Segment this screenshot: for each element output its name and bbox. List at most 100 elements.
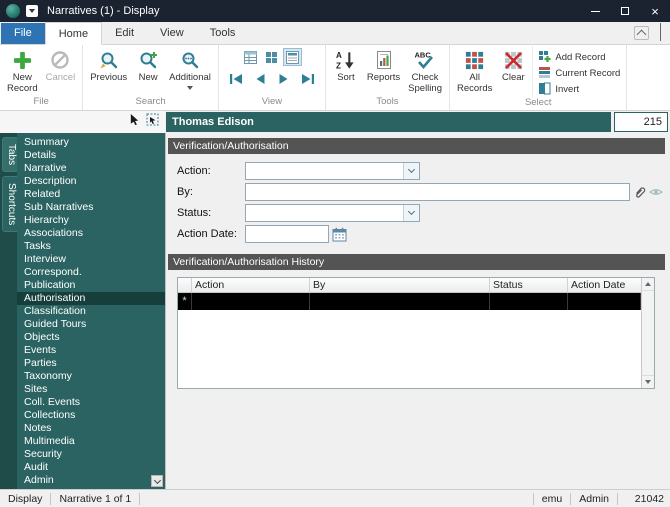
ribbon-tab-row: File Home Edit View Tools (0, 22, 670, 45)
status-combobox[interactable] (245, 204, 420, 222)
sidebar-item-summary[interactable]: Summary (17, 136, 165, 149)
sidebar-item-security[interactable]: Security (17, 448, 165, 461)
all-records-icon (464, 48, 485, 72)
sidebar-item-sub-narratives[interactable]: Sub Narratives (17, 201, 165, 214)
vertical-tab-tabs[interactable]: Tabs (2, 137, 17, 172)
sidebar-item-details[interactable]: Details (17, 149, 165, 162)
sidebar-item-associations[interactable]: Associations (17, 227, 165, 240)
ribbon-options-icon[interactable] (634, 26, 649, 40)
sidebar-item-narrative[interactable]: Narrative (17, 162, 165, 175)
sidebar-item-guided-tours[interactable]: Guided Tours (17, 318, 165, 331)
maximize-button[interactable] (610, 0, 640, 22)
vertical-tab-shortcuts[interactable]: Shortcuts (2, 176, 17, 232)
tab-edit[interactable]: Edit (102, 23, 147, 44)
action-date-input[interactable] (245, 225, 329, 243)
sidebar-item-publication[interactable]: Publication (17, 279, 165, 292)
by-label: By: (177, 186, 245, 198)
last-record-button[interactable] (298, 70, 318, 88)
sidebar-item-hierarchy[interactable]: Hierarchy (17, 214, 165, 227)
table-scroll-down-button[interactable] (642, 375, 654, 388)
sidebar-item-description[interactable]: Description (17, 175, 165, 188)
by-input[interactable] (245, 183, 630, 201)
status-user: emu (534, 493, 570, 505)
check-spelling-button[interactable]: ABC Check Spelling (404, 46, 446, 94)
table-scrollbar[interactable] (641, 278, 654, 388)
sidebar-item-taxonomy[interactable]: Taxonomy (17, 370, 165, 383)
ribbon-group-view: View (219, 45, 326, 110)
sidebar-item-events[interactable]: Events (17, 344, 165, 357)
by-row: By: (177, 182, 665, 202)
calendar-icon (332, 227, 347, 242)
sidebar-scroll-down-icon (153, 476, 160, 483)
table-scroll-up-button[interactable] (642, 278, 654, 291)
sort-label: Sort (337, 73, 354, 84)
current-record-button[interactable]: Current Record (538, 66, 620, 81)
sidebar-item-audit[interactable]: Audit (17, 461, 165, 474)
sidebar-item-admin[interactable]: Admin (17, 474, 165, 487)
row-marker[interactable]: * (178, 293, 192, 310)
calendar-button[interactable] (332, 227, 347, 242)
sidebar-item-interview[interactable]: Interview (17, 253, 165, 266)
attachment-button[interactable] (633, 185, 646, 199)
header-corner-cell (178, 278, 192, 292)
sidebar-item-parties[interactable]: Parties (17, 357, 165, 370)
search-additional-button[interactable]: Additional (165, 46, 215, 90)
all-records-button[interactable]: All Records (453, 46, 496, 94)
tab-view[interactable]: View (147, 23, 197, 44)
tab-tools[interactable]: Tools (197, 23, 249, 44)
table-row[interactable]: * (178, 293, 641, 310)
next-record-button[interactable] (274, 70, 294, 88)
sidebar-item-collections[interactable]: Collections (17, 409, 165, 422)
collapse-ribbon-icon[interactable] (660, 24, 661, 42)
search-new-button[interactable]: New (131, 46, 165, 84)
sort-button[interactable]: AZ Sort (329, 46, 363, 84)
search-new-label: New (139, 73, 158, 84)
visibility-button[interactable] (649, 187, 663, 197)
action-label: Action: (177, 165, 245, 177)
view-details-button[interactable] (283, 48, 302, 66)
sidebar-item-sites[interactable]: Sites (17, 383, 165, 396)
table-cell-by[interactable] (310, 293, 490, 310)
minimize-button[interactable] (580, 0, 610, 22)
sidebar-scroll-down-button[interactable] (151, 475, 163, 487)
column-header-status[interactable]: Status (490, 278, 568, 292)
search-additional-label: Additional (169, 73, 211, 84)
action-combobox[interactable] (245, 162, 420, 180)
sidebar-item-related[interactable]: Related (17, 188, 165, 201)
app-window: Narratives (1) - Display × File Home Edi… (0, 0, 670, 507)
tab-cursor-icon[interactable] (129, 113, 140, 131)
sidebar-item-multimedia[interactable]: Multimedia (17, 435, 165, 448)
view-grid-button[interactable] (262, 48, 281, 66)
table-cell-action[interactable] (192, 293, 310, 310)
close-button[interactable]: × (640, 0, 670, 22)
section-header-verification: Verification/Authorisation (168, 138, 665, 154)
cancel-button[interactable]: Cancel (42, 46, 80, 84)
sidebar-item-authorisation[interactable]: Authorisation (17, 292, 165, 305)
table-cell-status[interactable] (490, 293, 568, 310)
status-combo-button[interactable] (403, 205, 419, 221)
sidebar-item-notes[interactable]: Notes (17, 422, 165, 435)
sidebar-item-coll-events[interactable]: Coll. Events (17, 396, 165, 409)
reports-button[interactable]: Reports (363, 46, 404, 84)
search-previous-button[interactable]: Previous (86, 46, 131, 84)
view-list-button[interactable] (241, 48, 260, 66)
sidebar-item-classification[interactable]: Classification (17, 305, 165, 318)
first-record-button[interactable] (226, 70, 246, 88)
tab-file[interactable]: File (1, 23, 45, 44)
quick-access-menu-button[interactable] (26, 5, 38, 17)
new-record-button[interactable]: New Record (3, 46, 42, 94)
column-header-action[interactable]: Action (192, 278, 310, 292)
sidebar-item-correspond[interactable]: Correspond. (17, 266, 165, 279)
action-combo-button[interactable] (403, 163, 419, 179)
column-header-action-date[interactable]: Action Date (568, 278, 641, 292)
tab-select-icon[interactable] (146, 113, 159, 131)
tab-home[interactable]: Home (45, 22, 102, 45)
invert-button[interactable]: Invert (538, 82, 620, 97)
sidebar-item-tasks[interactable]: Tasks (17, 240, 165, 253)
column-header-by[interactable]: By (310, 278, 490, 292)
table-cell-action-date[interactable] (568, 293, 641, 310)
previous-record-button[interactable] (250, 70, 270, 88)
sidebar-item-objects[interactable]: Objects (17, 331, 165, 344)
add-record-button[interactable]: Add Record (538, 50, 620, 65)
clear-button[interactable]: Clear (496, 46, 530, 84)
